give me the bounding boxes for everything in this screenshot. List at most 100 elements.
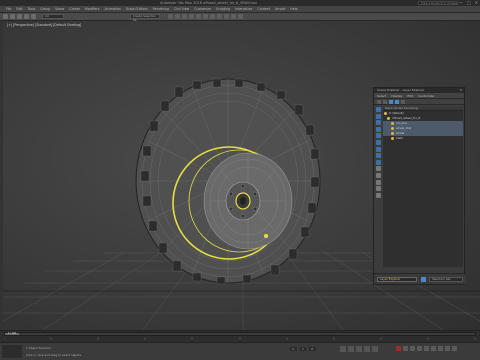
play-icon[interactable]: [356, 346, 362, 352]
add-layer-icon[interactable]: [401, 99, 405, 104]
layer-explorer-dropdown[interactable]: Layer Explorer: [377, 277, 417, 282]
menu-scripting[interactable]: Scripting: [216, 7, 230, 11]
hierarchy-icon[interactable]: [395, 99, 399, 104]
search-icon[interactable]: [383, 99, 387, 104]
menu-tools[interactable]: Tools: [28, 7, 36, 11]
undo-icon[interactable]: [3, 14, 8, 19]
select-by-name-icon[interactable]: [175, 14, 180, 19]
rotate-icon[interactable]: [189, 14, 194, 19]
auto-key-button[interactable]: [396, 346, 401, 351]
selection-status: 1 Object Selected: [26, 346, 51, 350]
selection-filter-dropdown[interactable]: All: [42, 14, 64, 19]
visibility-icon[interactable]: [391, 136, 394, 140]
filter-icon[interactable]: [377, 99, 381, 104]
menu-create[interactable]: Create: [69, 7, 80, 11]
angle-snap-icon[interactable]: [210, 14, 215, 19]
se-menu-display[interactable]: Display: [391, 94, 402, 98]
se-menu-customize[interactable]: Customize: [418, 94, 434, 98]
tree-row-label: wheel: [396, 131, 405, 135]
playback-controls: [340, 346, 378, 352]
visibility-icon[interactable]: [384, 111, 387, 115]
bind-space-warp-icon[interactable]: [31, 14, 36, 19]
group-filter-icon[interactable]: [376, 146, 381, 152]
menu-interactive[interactable]: Interactive: [235, 7, 252, 11]
viewport-label[interactable]: [+] [Perspective] [Standard] [Default Sh…: [7, 23, 81, 27]
link-icon[interactable]: [17, 14, 22, 19]
visibility-icon[interactable]: [387, 116, 390, 120]
shape-filter-icon[interactable]: [376, 113, 381, 119]
select-icon[interactable]: [168, 14, 173, 19]
menu-group[interactable]: Group: [40, 7, 50, 11]
se-menu-edit[interactable]: Edit: [407, 94, 413, 98]
visibility-icon[interactable]: [391, 131, 394, 135]
menu-animation[interactable]: Animation: [105, 7, 121, 11]
main-toolbar: All Create Selection Se: [0, 13, 480, 21]
selection-set-dropdown[interactable]: Selection Set:: [429, 277, 463, 282]
tree-row-label: bolts: [396, 136, 403, 140]
menu-modifiers[interactable]: Modifiers: [85, 7, 100, 11]
time-slider[interactable]: 0 / 100: [4, 332, 476, 336]
zoom-icon[interactable]: [410, 346, 415, 351]
orbit-icon[interactable]: [445, 346, 450, 351]
menu-arnold[interactable]: Arnold: [275, 7, 285, 11]
coord-x[interactable]: X:: [290, 347, 297, 351]
coord-z[interactable]: Z:: [309, 347, 316, 351]
menu-help[interactable]: Help: [290, 7, 297, 11]
xref-filter-icon[interactable]: [376, 153, 381, 159]
layer-toggle-icon[interactable]: [421, 277, 426, 282]
menu-rendering[interactable]: Rendering: [153, 7, 169, 11]
zoom-extents-icon[interactable]: [424, 346, 429, 351]
tree-row[interactable]: bolts: [383, 136, 463, 141]
prompt-line: Click or click-and-drag to select object…: [26, 353, 82, 357]
layer-icon[interactable]: [389, 99, 393, 104]
wheel-disk-mesh: [203, 152, 293, 250]
menu-customize[interactable]: Customize: [194, 7, 211, 11]
render-icon[interactable]: [238, 14, 243, 19]
visibility-icon[interactable]: [391, 121, 394, 125]
camera-filter-icon[interactable]: [376, 126, 381, 132]
align-icon[interactable]: [224, 14, 229, 19]
display-none-icon[interactable]: [376, 172, 381, 178]
render-setup-icon[interactable]: [231, 14, 236, 19]
menu-graph-editors[interactable]: Graph Editors: [126, 7, 148, 11]
maxscript-listener[interactable]: [2, 345, 22, 358]
menu-edit[interactable]: Edit: [16, 7, 22, 11]
zoom-all-icon[interactable]: [417, 346, 422, 351]
time-slider-thumb[interactable]: 0 / 100: [5, 332, 19, 335]
lock-icon[interactable]: [376, 186, 381, 192]
maximize-viewport-icon[interactable]: [452, 346, 457, 351]
menu-civil-view[interactable]: Civil View: [174, 7, 189, 11]
se-menu-select[interactable]: Select: [377, 94, 386, 98]
invert-display-icon[interactable]: [376, 179, 381, 185]
field-of-view-icon[interactable]: [431, 346, 436, 351]
menu-file[interactable]: File: [6, 7, 11, 11]
display-all-icon[interactable]: [376, 166, 381, 172]
selection-set-input[interactable]: Create Selection Se: [130, 14, 160, 21]
scene-explorer-footer: Layer Explorer Selection Set:: [374, 273, 466, 284]
geometry-filter-icon[interactable]: [376, 107, 381, 112]
previous-frame-icon[interactable]: [348, 346, 354, 352]
go-to-end-icon[interactable]: [372, 346, 378, 352]
pan-icon[interactable]: [438, 346, 443, 351]
sync-icon[interactable]: [376, 192, 381, 198]
unlink-icon[interactable]: [24, 14, 29, 19]
mirror-icon[interactable]: [217, 14, 222, 19]
close-icon[interactable]: ✕: [459, 88, 462, 93]
visibility-icon[interactable]: [391, 126, 394, 130]
coord-y[interactable]: Y:: [299, 347, 307, 351]
search-input[interactable]: Type a keyword or phrase: [418, 1, 458, 5]
snap-icon[interactable]: [203, 14, 208, 19]
bone-filter-icon[interactable]: [376, 159, 381, 165]
menu-content[interactable]: Content: [257, 7, 270, 11]
light-filter-icon[interactable]: [376, 120, 381, 126]
helper-filter-icon[interactable]: [376, 133, 381, 139]
scene-explorer-title-bar[interactable]: Scene Explorer - Layer Explorer ✕: [374, 88, 464, 93]
spacewarp-filter-icon[interactable]: [376, 139, 381, 145]
redo-icon[interactable]: [10, 14, 15, 19]
set-key-icon[interactable]: [403, 346, 408, 351]
move-icon[interactable]: [182, 14, 187, 19]
next-frame-icon[interactable]: [364, 346, 370, 352]
scale-icon[interactable]: [196, 14, 201, 19]
menu-views[interactable]: Views: [55, 7, 64, 11]
go-to-start-icon[interactable]: [340, 346, 346, 352]
